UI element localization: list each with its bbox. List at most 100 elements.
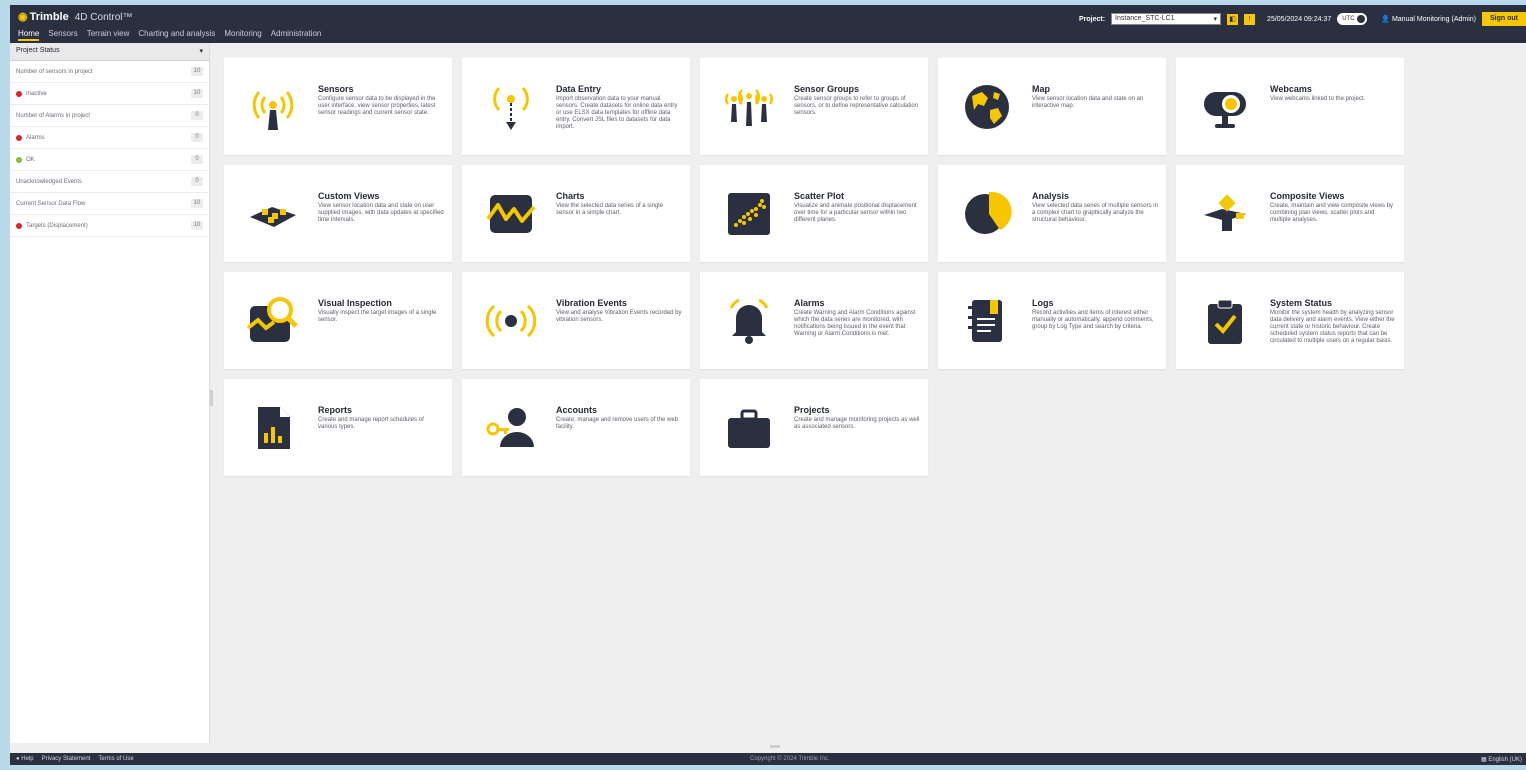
status-item[interactable]: Targets (Displacement) 10 bbox=[10, 215, 209, 237]
card-text: Alarms Create Warning and Alarm Conditio… bbox=[794, 298, 920, 338]
status-item-label-wrap: Alarms bbox=[16, 134, 45, 141]
card-description: View and analyse Vibration Events record… bbox=[556, 310, 682, 323]
status-item[interactable]: Unacknowledged Events 0 bbox=[10, 171, 209, 193]
nav-terrain-view[interactable]: Terrain view bbox=[87, 29, 130, 41]
language-selector[interactable]: ▦ English (UK) bbox=[1481, 756, 1522, 763]
card-sensor-groups[interactable]: Sensor Groups Create sensor groups to re… bbox=[700, 58, 928, 155]
card-map[interactable]: Map View sensor location data and state … bbox=[938, 58, 1166, 155]
status-item[interactable]: Alarms 0 bbox=[10, 127, 209, 149]
nav-administration[interactable]: Administration bbox=[271, 29, 322, 41]
card-sensors[interactable]: Sensors Configure sensor data to be disp… bbox=[224, 58, 452, 155]
card-text: Scatter Plot Visualize and animate posit… bbox=[794, 191, 920, 224]
briefcase-icon bbox=[722, 401, 776, 455]
card-text: Sensors Configure sensor data to be disp… bbox=[318, 84, 444, 117]
project-action-button[interactable]: ◧ bbox=[1227, 13, 1239, 25]
card-text: System Status Monitor the system health … bbox=[1270, 298, 1396, 345]
card-visual-inspection[interactable]: Visual Inspection Visually inspect the t… bbox=[224, 272, 452, 369]
nav-home[interactable]: Home bbox=[18, 29, 40, 41]
status-item[interactable]: Number of sensors in project 10 bbox=[10, 61, 209, 83]
brand-name: Trimble bbox=[29, 11, 69, 23]
card-projects[interactable]: Projects Create and manage monitoring pr… bbox=[700, 379, 928, 476]
clipboard-check-icon bbox=[1198, 294, 1252, 348]
card-description: Create and manage report schedules of va… bbox=[318, 417, 424, 430]
user-account[interactable]: 👤 Manual Monitoring (Admin) bbox=[1381, 15, 1476, 23]
card-custom-views[interactable]: Custom Views View sensor location data a… bbox=[224, 165, 452, 262]
sign-out-button[interactable]: Sign out bbox=[1482, 12, 1526, 26]
card-title: Sensor Groups bbox=[794, 84, 860, 94]
card-title: Analysis bbox=[1032, 191, 1070, 201]
status-dot-icon bbox=[16, 134, 22, 141]
timezone-toggle[interactable]: UTC bbox=[1337, 13, 1368, 25]
footer: ● Help Privacy Statement Terms of Use Co… bbox=[10, 753, 1526, 765]
sidebar-resize-handle[interactable] bbox=[210, 390, 213, 406]
scatter-plot-icon bbox=[722, 187, 776, 241]
card-vibration-events[interactable]: Vibration Events View and analyse Vibrat… bbox=[462, 272, 690, 369]
card-accounts[interactable]: Accounts Create, manage and remove users… bbox=[462, 379, 690, 476]
card-description: Create and manage monitoring projects as… bbox=[794, 417, 920, 430]
help-link[interactable]: ● Help bbox=[16, 756, 34, 762]
status-dot-icon bbox=[16, 222, 22, 229]
card-description: Monitor the system health by analyzing s… bbox=[1270, 310, 1395, 344]
feature-grid: Sensors Configure sensor data to be disp… bbox=[224, 58, 1404, 476]
bell-icon bbox=[722, 294, 776, 348]
card-text: Visual Inspection Visually inspect the t… bbox=[318, 298, 444, 324]
project-select[interactable]: Instance_STC-LC1 ▾ bbox=[1111, 13, 1222, 25]
globe-icon bbox=[960, 80, 1014, 134]
card-description: Visualize and animate positional displac… bbox=[794, 203, 917, 223]
nav-monitoring[interactable]: Monitoring bbox=[224, 29, 261, 41]
status-item-label: Number of Alarms in project bbox=[16, 112, 91, 119]
card-description: View webcams linked to the project. bbox=[1270, 96, 1366, 102]
card-analysis[interactable]: Analysis View selected data series of mu… bbox=[938, 165, 1166, 262]
user-name: Manual Monitoring (Admin) bbox=[1391, 16, 1476, 23]
card-text: Accounts Create, manage and remove users… bbox=[556, 405, 682, 431]
privacy-link[interactable]: Privacy Statement bbox=[42, 756, 91, 762]
project-label: Project: bbox=[1078, 15, 1106, 23]
card-webcams[interactable]: Webcams View webcams linked to the proje… bbox=[1176, 58, 1404, 155]
status-list: Number of sensors in project 10 Inactive 10… bbox=[10, 61, 209, 237]
card-title: Scatter Plot bbox=[794, 191, 845, 201]
card-description: Create, manage and remove users of the w… bbox=[556, 417, 679, 430]
status-item-label: Number of sensors in project bbox=[16, 68, 93, 75]
bottom-collapse-handle[interactable] bbox=[770, 745, 780, 748]
terms-link[interactable]: Terms of Use bbox=[98, 756, 133, 762]
nav-charting[interactable]: Charting and analysis bbox=[138, 29, 215, 41]
accounts-icon bbox=[484, 401, 538, 455]
card-text: Vibration Events View and analyse Vibrat… bbox=[556, 298, 682, 324]
chevron-down-icon: ▾ bbox=[1213, 16, 1218, 23]
card-description: Import observation data to your manual s… bbox=[556, 96, 678, 130]
status-count-badge: 0 bbox=[191, 133, 203, 142]
help-label: Help bbox=[21, 756, 34, 762]
card-charts[interactable]: Charts View the selected data series of … bbox=[462, 165, 690, 262]
card-description: View sensor location data and state on u… bbox=[318, 203, 444, 223]
status-item-label-wrap: Inactive bbox=[16, 90, 47, 97]
status-item-label: Alarms bbox=[26, 134, 45, 141]
card-description: Record activities and items of interest … bbox=[1032, 310, 1154, 330]
nav-sensors[interactable]: Sensors bbox=[48, 29, 77, 41]
card-alarms[interactable]: Alarms Create Warning and Alarm Conditio… bbox=[700, 272, 928, 369]
card-title: Vibration Events bbox=[556, 298, 627, 308]
card-system-status[interactable]: System Status Monitor the system health … bbox=[1176, 272, 1404, 369]
card-text: Composite Views Create, maintain and vie… bbox=[1270, 191, 1396, 224]
card-logs[interactable]: Logs Record activities and items of inte… bbox=[938, 272, 1166, 369]
card-data-entry[interactable]: Data Entry Import observation data to yo… bbox=[462, 58, 690, 155]
chevron-down-icon: ▾ bbox=[199, 48, 203, 55]
project-status-dropdown[interactable]: Project Status ▾ bbox=[10, 43, 209, 61]
card-text: Webcams View webcams linked to the proje… bbox=[1270, 84, 1396, 103]
notification-button[interactable]: ! bbox=[1244, 13, 1256, 25]
antenna-signal-icon bbox=[246, 80, 300, 134]
status-item[interactable]: Current Sensor Data Flow 10 bbox=[10, 193, 209, 215]
status-item[interactable]: Inactive 10 bbox=[10, 83, 209, 105]
card-reports[interactable]: Reports Create and manage report schedul… bbox=[224, 379, 452, 476]
status-item[interactable]: OK 0 bbox=[10, 149, 209, 171]
card-composite-views[interactable]: Composite Views Create, maintain and vie… bbox=[1176, 165, 1404, 262]
brand-logo[interactable]: ◉ Trimble 4D Control™ bbox=[18, 10, 133, 23]
data-entry-icon bbox=[484, 80, 538, 134]
current-datetime: 25/05/2024 09:24:37 bbox=[1267, 15, 1332, 23]
product-name: 4D Control™ bbox=[74, 12, 133, 23]
status-item-label-wrap: Current Sensor Data Flow bbox=[16, 201, 85, 207]
card-scatter-plot[interactable]: Scatter Plot Visualize and animate posit… bbox=[700, 165, 928, 262]
status-item[interactable]: Number of Alarms in project 0 bbox=[10, 105, 209, 127]
status-count-badge: 10 bbox=[191, 221, 203, 230]
main-nav: Home Sensors Terrain view Charting and a… bbox=[18, 29, 321, 41]
logbook-icon bbox=[960, 294, 1014, 348]
